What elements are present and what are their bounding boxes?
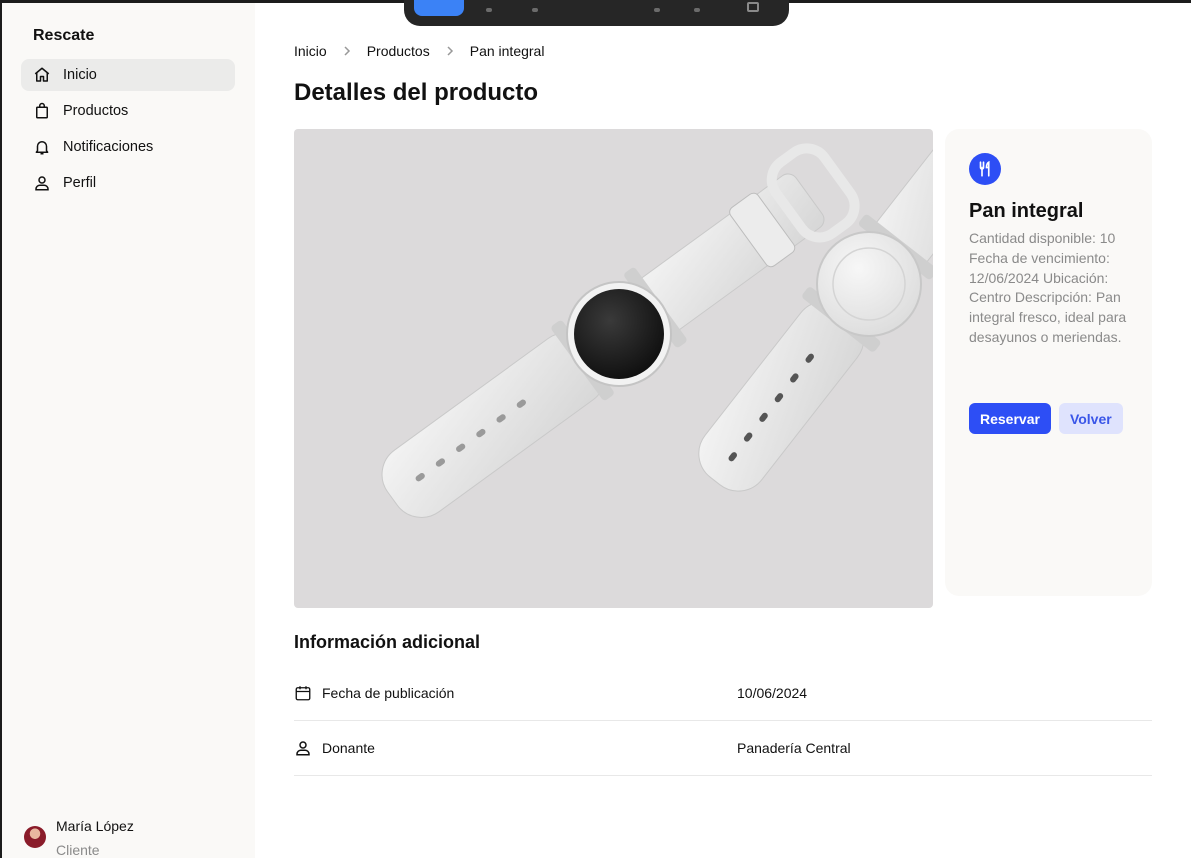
- info-label: Fecha de publicación: [322, 684, 455, 701]
- chevron-right-icon: [344, 46, 350, 56]
- toolbar-dot: [694, 8, 700, 12]
- section-title: Información adicional: [294, 632, 481, 652]
- calendar-icon: [295, 685, 311, 700]
- user-icon: [296, 740, 310, 755]
- sidebar-item-label: Inicio: [63, 67, 97, 83]
- toolbar-dot: [486, 8, 492, 12]
- sidebar-item-inicio[interactable]: Inicio: [21, 59, 235, 91]
- breadcrumb-inicio[interactable]: Inicio: [294, 43, 327, 59]
- chevron-right-icon: [447, 46, 453, 56]
- sidebar-nav: Inicio Productos Notificaciones Perfil: [21, 59, 235, 203]
- toolbar-window-icon[interactable]: [747, 2, 759, 12]
- info-value: 10/06/2024: [737, 684, 808, 701]
- sidebar-item-perfil[interactable]: Perfil: [21, 167, 235, 199]
- info-value: Panadería Central: [737, 739, 851, 756]
- sidebar-item-label: Perfil: [63, 175, 97, 191]
- sidebar-item-label: Notificaciones: [63, 139, 154, 155]
- main-content: Inicio Productos Pan integral Detalles d…: [255, 0, 1191, 858]
- utensils-icon: [969, 153, 1001, 185]
- breadcrumb-current: Pan integral: [469, 43, 545, 59]
- app-brand: Rescate: [33, 27, 95, 44]
- info-row-donor: Donante Panadería Central: [294, 720, 1152, 776]
- product-actions: Reservar Volver: [969, 403, 1123, 434]
- product-details: Cantidad disponible: 10 Fecha de vencimi…: [969, 230, 1127, 345]
- toolbar-active-indicator[interactable]: [414, 0, 464, 16]
- toolbar-dot: [654, 8, 660, 12]
- home-icon: [34, 67, 50, 82]
- product-image: [294, 129, 933, 608]
- bell-icon: [35, 141, 49, 155]
- reserve-button[interactable]: Reservar: [969, 403, 1051, 434]
- user-profile[interactable]: María López Cliente: [24, 818, 244, 858]
- user-icon: [35, 176, 49, 191]
- sidebar-item-notificaciones[interactable]: Notificaciones: [21, 131, 235, 163]
- page-title: Detalles del producto: [294, 79, 539, 106]
- info-label: Donante: [322, 739, 375, 756]
- product-name: Pan integral: [969, 200, 1084, 222]
- sidebar-item-productos[interactable]: Productos: [21, 95, 235, 127]
- info-row-publication-date: Fecha de publicación 10/06/2024: [294, 665, 1152, 721]
- sidebar: Rescate Inicio Productos Notificaciones …: [2, 3, 255, 858]
- toolbar-dot: [532, 8, 538, 12]
- user-name: María López: [56, 818, 134, 834]
- user-role: Cliente: [56, 842, 100, 858]
- shopping-bag-icon: [36, 102, 48, 119]
- breadcrumb-productos[interactable]: Productos: [367, 43, 430, 59]
- sidebar-item-label: Productos: [63, 103, 129, 119]
- floating-toolbar: [404, 0, 789, 26]
- breadcrumb: Inicio Productos Pan integral: [294, 43, 544, 59]
- product-card: Pan integral Cantidad disponible: 10 Fec…: [945, 129, 1152, 596]
- back-button[interactable]: Volver: [1058, 403, 1123, 434]
- avatar: [24, 826, 46, 848]
